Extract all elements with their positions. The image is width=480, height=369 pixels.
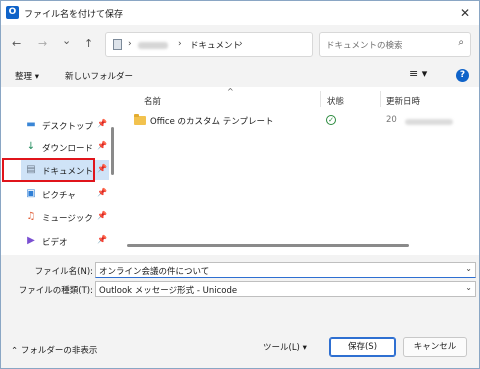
pin-icon: 📌	[97, 119, 107, 128]
download-icon: ↓	[26, 141, 36, 152]
column-header-date[interactable]: 更新日時	[386, 95, 420, 107]
filetype-dropdown-icon[interactable]: ⌄	[465, 283, 472, 292]
selection-highlight-frame	[2, 158, 95, 182]
cancel-button[interactable]: キャンセル	[403, 337, 467, 357]
close-button[interactable]: ✕	[455, 3, 475, 23]
sidebar-item-videos[interactable]: ▶ ビデオ 📌	[21, 231, 109, 251]
pin-icon: 📌	[97, 211, 107, 220]
sidebar-item-downloads[interactable]: ↓ ダウンロード 📌	[21, 137, 109, 157]
filename-value[interactable]: オンライン会議の件について	[99, 265, 209, 277]
file-list: ^ 名前 状態 更新日時 Office のカスタム テンプレート ✓ 20	[120, 87, 479, 255]
sidebar-item-pictures[interactable]: ▣ ピクチャ 📌	[21, 184, 109, 204]
filetype-select[interactable]: Outlook メッセージ形式 - Unicode ⌄	[95, 281, 476, 297]
back-arrow-icon[interactable]: ←	[12, 38, 21, 50]
new-folder-button[interactable]: 新しいフォルダー	[65, 70, 133, 82]
hide-folders-button[interactable]: ⌃ フォルダーの非表示	[11, 344, 97, 356]
dialog-footer: ⌃ フォルダーの非表示 ツール(L) ▾ 保存(S) キャンセル	[1, 303, 479, 368]
pin-icon: 📌	[97, 141, 107, 150]
title-bar: O ファイル名を付けて保存 ✕	[1, 1, 479, 25]
file-date-redacted	[405, 119, 453, 125]
view-options-button[interactable]: ≡ ▾	[409, 67, 427, 80]
filetype-value[interactable]: Outlook メッセージ形式 - Unicode	[99, 284, 237, 296]
filename-label: ファイル名(N):	[34, 267, 93, 277]
desktop-icon: ▬	[26, 119, 36, 130]
navigation-pane: ▬ デスクトップ 📌 ↓ ダウンロード 📌 ▤ ドキュメント 📌 ▣ ピクチャ …	[1, 87, 114, 255]
filetype-label: ファイルの種類(T):	[18, 286, 93, 296]
save-button[interactable]: 保存(S)	[329, 337, 396, 357]
tools-menu-button[interactable]: ツール(L) ▾	[263, 341, 307, 353]
column-divider[interactable]	[320, 91, 321, 107]
recent-locations-chevron-icon[interactable]: ⌄	[62, 35, 71, 47]
navigation-bar: ← → ⌄ ↑ › › ドキュメント › ⌄ ↻ ドキュメントの検索 ⌕	[1, 25, 479, 65]
horizontal-scrollbar[interactable]	[127, 244, 409, 247]
column-header-name[interactable]: 名前	[144, 95, 161, 107]
up-arrow-icon[interactable]: ↑	[84, 38, 93, 50]
search-placeholder[interactable]: ドキュメントの検索	[326, 39, 403, 51]
breadcrumb-separator-icon[interactable]: ›	[239, 39, 243, 49]
filename-dropdown-icon[interactable]: ⌄	[465, 264, 472, 273]
browser-content: ▬ デスクトップ 📌 ↓ ダウンロード 📌 ▤ ドキュメント 📌 ▣ ピクチャ …	[1, 87, 479, 255]
column-header-status[interactable]: 状態	[327, 95, 344, 107]
sort-indicator-icon: ^	[227, 87, 234, 96]
search-box[interactable]: ドキュメントの検索 ⌕	[319, 32, 471, 57]
outlook-app-icon: O	[6, 6, 19, 19]
save-options: ファイル名(N): オンライン会議の件について ⌄ ファイルの種類(T): Ou…	[1, 255, 479, 303]
help-icon[interactable]: ?	[456, 69, 469, 82]
breadcrumb-user-redacted[interactable]	[138, 42, 168, 49]
breadcrumb-separator-icon[interactable]: ›	[178, 39, 182, 49]
folder-icon	[134, 114, 146, 125]
search-icon[interactable]: ⌕	[458, 37, 464, 48]
sidebar-item-label: ビデオ	[42, 238, 68, 248]
pictures-icon: ▣	[26, 188, 36, 199]
forward-arrow-icon[interactable]: →	[38, 38, 47, 50]
video-icon: ▶	[27, 235, 35, 246]
document-location-icon	[113, 39, 122, 50]
sync-status-check-icon: ✓	[326, 115, 336, 125]
pin-icon: 📌	[97, 235, 107, 244]
music-icon: ♫	[26, 211, 36, 222]
sidebar-item-label: ミュージック	[42, 214, 93, 224]
sidebar-item-label: ピクチャ	[42, 191, 76, 201]
pin-icon: 📌	[97, 188, 107, 197]
filename-input[interactable]: オンライン会議の件について ⌄	[95, 262, 476, 278]
sidebar-item-label: デスクトップ	[42, 122, 94, 132]
navigation-pane-scrollbar[interactable]	[111, 127, 114, 175]
breadcrumb-separator-icon: ›	[128, 39, 132, 49]
address-bar[interactable]: › › ドキュメント › ⌄ ↻	[105, 32, 405, 57]
file-name: Office のカスタム テンプレート	[150, 117, 274, 127]
pin-icon: 📌	[97, 164, 107, 173]
command-bar: 整理 ▾ 新しいフォルダー ≡ ▾ ?	[1, 65, 479, 87]
sidebar-item-label: ダウンロード	[42, 144, 94, 154]
window-title: ファイル名を付けて保存	[24, 10, 124, 20]
column-divider[interactable]	[380, 91, 381, 107]
organize-menu-button[interactable]: 整理 ▾	[15, 70, 39, 82]
sidebar-item-desktop[interactable]: ▬ デスクトップ 📌	[21, 115, 109, 135]
sidebar-item-music[interactable]: ♫ ミュージック 📌	[21, 207, 109, 227]
table-row[interactable]: Office のカスタム テンプレート ✓ 20	[120, 113, 479, 129]
breadcrumb-current[interactable]: ドキュメント	[190, 39, 241, 51]
file-date: 20	[386, 115, 397, 125]
save-as-dialog: O ファイル名を付けて保存 ✕ ← → ⌄ ↑ › › ドキュメント › ⌄ ↻…	[0, 0, 480, 369]
